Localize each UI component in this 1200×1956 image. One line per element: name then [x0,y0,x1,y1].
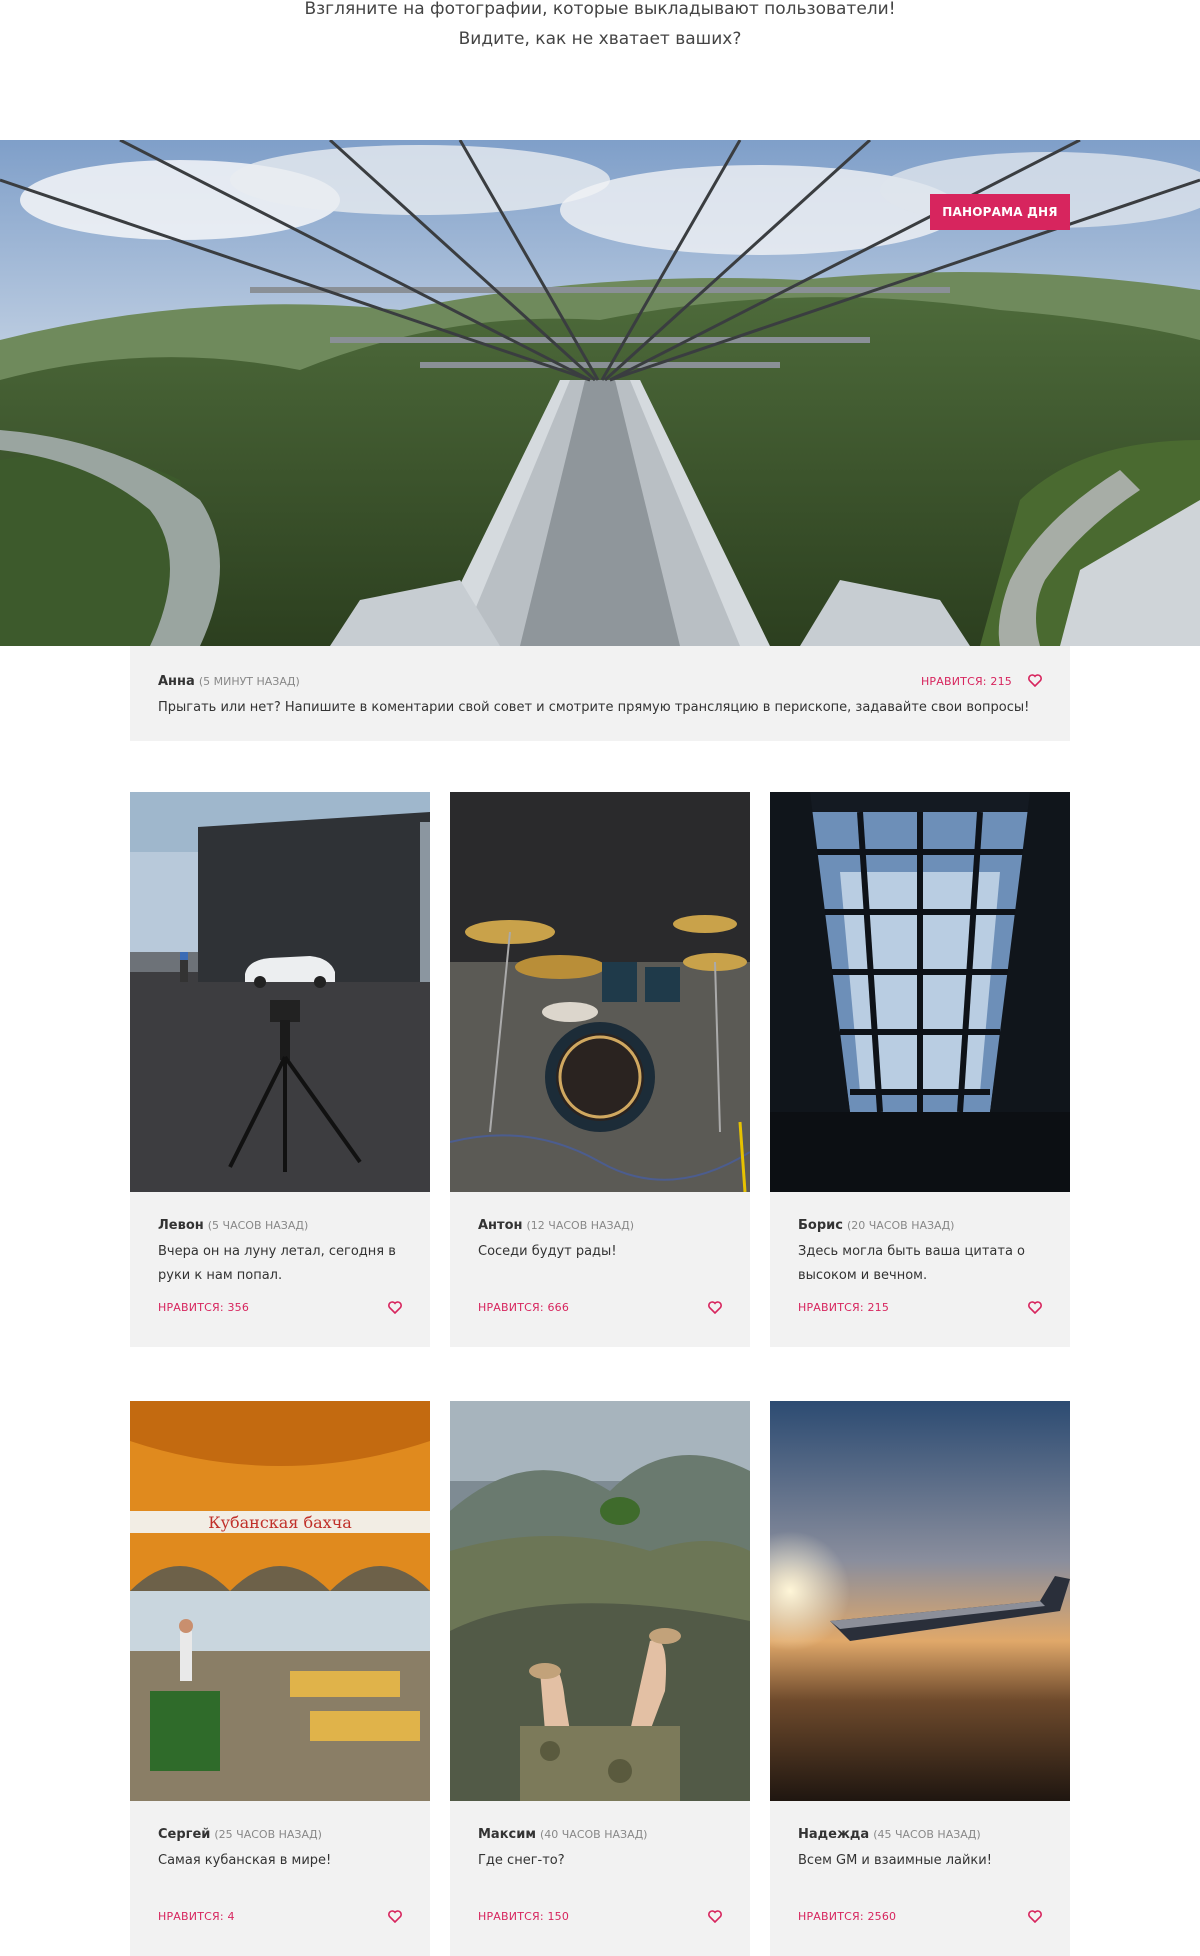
post-text: Самая кубанская в мире! [158,1853,332,1868]
panorama-hero[interactable]: ПАНОРАМА ДНЯ [0,140,1200,646]
photo-mountain-legs [450,1401,750,1801]
post-time: (40 ЧАСОВ НАЗАД) [539,1828,648,1841]
post-text: Соседи будут рады! [478,1244,617,1259]
post-author[interactable]: Борис [798,1218,843,1233]
photo-airplane-wing-sunset [770,1401,1070,1801]
post-author[interactable]: Антон [478,1218,523,1233]
post-time: (12 ЧАСОВ НАЗАД) [526,1219,635,1232]
post-time: (5 МИНУТ НАЗАД) [198,675,300,688]
likes-count: НРАВИТСЯ: 356 [158,1301,250,1314]
heart-icon[interactable] [708,1910,722,1923]
market-sign-text: Кубанская бахча [208,1513,352,1532]
photo-card[interactable]: Кубанская бахча Сергей (25 ЧАСОВ НАЗАД) … [130,1401,430,1956]
photo-card[interactable]: Левон (5 ЧАСОВ НАЗАД) Вчера он на луну л… [130,792,430,1347]
post-time: (45 ЧАСОВ НАЗАД) [873,1828,981,1841]
post-text: Прыгать или нет? Напишите в коментарии с… [158,700,1030,715]
heart-icon[interactable] [388,1301,402,1314]
post-text: Где снег-то? [478,1853,565,1868]
post-author[interactable]: Сергей [158,1827,210,1842]
photo-market-tent: Кубанская бахча [130,1401,430,1801]
panorama-of-day-badge[interactable]: ПАНОРАМА ДНЯ [930,194,1070,230]
photo-camera-tripod [130,792,430,1192]
likes-count: НРАВИТСЯ: 666 [478,1301,570,1314]
photo-card[interactable]: Надежда (45 ЧАСОВ НАЗАД) Всем GM и взаим… [770,1401,1070,1956]
photo-glass-building [770,792,1070,1192]
intro-text: Взгляните на фотографии, которые выклады… [0,0,1200,54]
post-text: Всем GM и взаимные лайки! [798,1853,992,1868]
panorama-caption: Анна (5 МИНУТ НАЗАД) НРАВИТСЯ: 215 Прыга… [130,646,1070,741]
photo-card[interactable]: Максим (40 ЧАСОВ НАЗАД) Где снег-то? НРА… [450,1401,750,1956]
heart-icon[interactable] [708,1301,722,1314]
heart-icon[interactable] [1028,674,1042,687]
post-text: Вчера он на луну летал, сегодня в руки к… [158,1244,396,1283]
post-author[interactable]: Максим [478,1827,536,1842]
photo-card[interactable]: Антон (12 ЧАСОВ НАЗАД) Соседи будут рады… [450,792,750,1347]
post-time: (25 ЧАСОВ НАЗАД) [214,1828,322,1841]
post-author[interactable]: Анна [158,674,195,689]
likes-count: НРАВИТСЯ: 150 [478,1910,570,1923]
photo-card[interactable]: Борис (20 ЧАСОВ НАЗАД) Здесь могла быть … [770,792,1070,1347]
likes-count: НРАВИТСЯ: 2560 [798,1910,897,1923]
heart-icon[interactable] [1028,1910,1042,1923]
post-time: (20 ЧАСОВ НАЗАД) [846,1219,955,1232]
photo-drum-kit [450,792,750,1192]
likes-count: НРАВИТСЯ: 215 [798,1301,890,1314]
post-author[interactable]: Левон [158,1218,204,1233]
heart-icon[interactable] [388,1910,402,1923]
likes-count: НРАВИТСЯ: 215 [920,675,1012,688]
likes-count: НРАВИТСЯ: 4 [158,1910,235,1923]
post-time: (5 ЧАСОВ НАЗАД) [207,1219,309,1232]
post-text: Здесь могла быть ваша цитата о высоком и… [798,1244,1025,1283]
heart-icon[interactable] [1028,1301,1042,1314]
intro-line-1: Взгляните на фотографии, которые выклады… [304,0,896,19]
post-author[interactable]: Надежда [798,1827,869,1842]
intro-line-2: Видите, как не хватает ваших? [458,29,742,49]
